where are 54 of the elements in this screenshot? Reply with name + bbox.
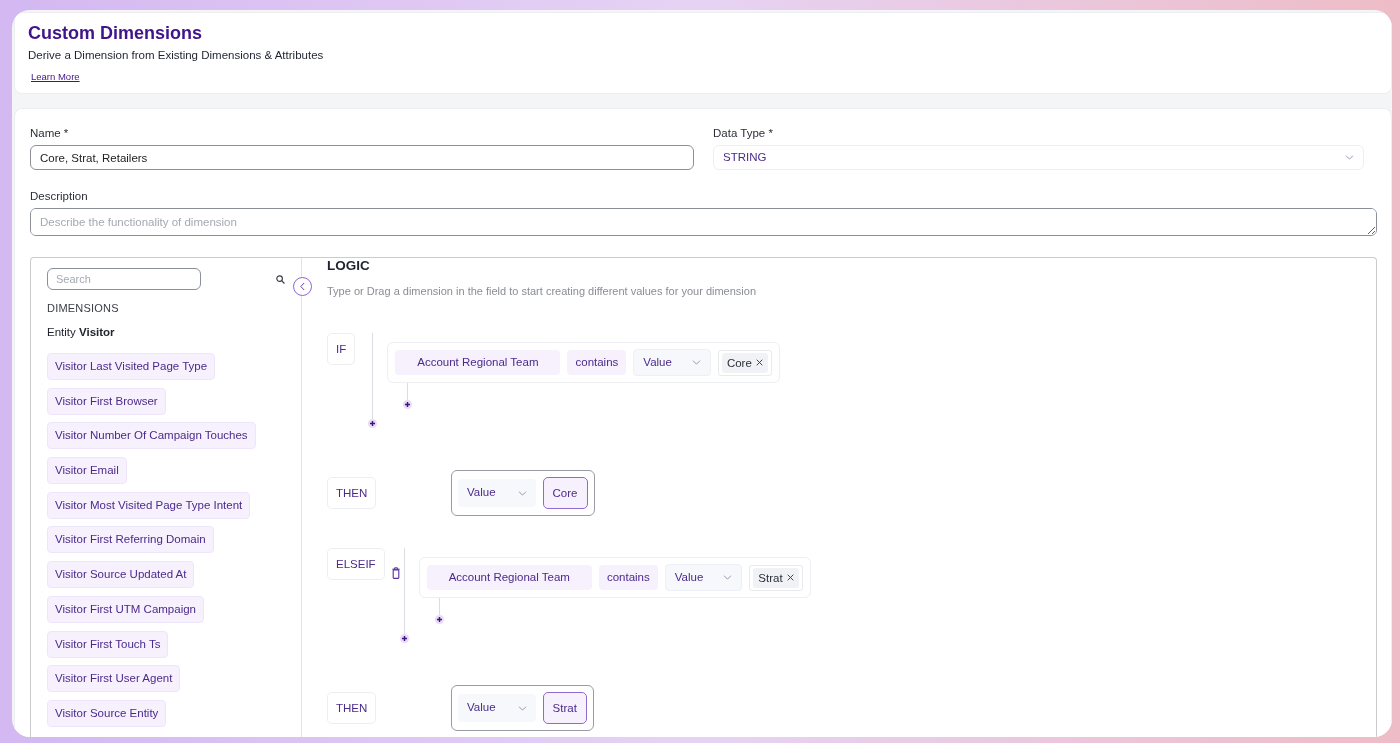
close-icon[interactable] [755,359,763,366]
plus-icon[interactable] [403,400,413,409]
plus-icon[interactable] [368,419,378,428]
page-subtitle: Derive a Dimension from Existing Dimensions & Attributes [28,48,325,63]
value-input[interactable]: Core [542,477,588,509]
description-input[interactable]: Describe the functionality of dimension [30,208,1377,236]
close-icon[interactable] [786,574,794,581]
name-input[interactable]: Core, Strat, Retailers [30,145,694,170]
value-type-select[interactable]: Value [458,479,536,507]
field-chip[interactable]: Account Regional Team [426,565,592,590]
field-chip[interactable]: Account Regional Team [395,350,561,375]
trash-icon[interactable] [391,567,400,579]
operator-chip[interactable]: contains [598,565,658,590]
dimension-chip[interactable]: Visitor First Browser [47,387,166,415]
chevron-down-icon [691,360,701,365]
search-icon[interactable] [276,274,285,284]
dimension-chip[interactable]: Visitor First Referring Domain [47,526,214,554]
dimension-chip[interactable]: Visitor Source Updated At [47,561,195,589]
dimension-chip[interactable]: Visitor First UTM Campaign [47,595,204,623]
field-label: Description [30,189,89,203]
keyword-label: IF [327,333,356,365]
dimension-chip[interactable]: Visitor Most Visited Page Type Intent [47,491,251,519]
dimension-chip[interactable]: Visitor Last Visited Page Type [47,353,216,380]
dimension-chip[interactable]: Visitor Number Of Campaign Touches [47,422,256,450]
logic-title: LOGIC [327,258,371,274]
value-type-select[interactable]: Value [458,694,536,722]
field-label: Name * [30,126,70,140]
learn-more-link[interactable]: Learn More [31,70,80,83]
dimension-chip[interactable]: Visitor Email [47,457,127,485]
dimension-chip[interactable]: Visitor Source Entity [47,699,167,727]
keyword-label: THEN [327,477,377,509]
section-heading: DIMENSIONS [47,301,120,315]
value-type-select[interactable]: Value [633,349,711,376]
keyword-label: ELSEIF [327,548,385,580]
value-type-select[interactable]: Value [664,564,743,591]
dimension-chip[interactable]: Visitor First Touch Ts [47,630,169,658]
data-type-select[interactable]: STRING [713,145,1364,170]
collapse-button[interactable] [293,277,312,296]
plus-icon[interactable] [434,615,444,624]
logic-hint: Type or Drag a dimension in the field to start creating different values for your dimension [327,284,758,299]
dimension-chip[interactable]: Visitor First User Agent [47,665,181,693]
operator-chip[interactable]: contains [567,350,627,375]
chevron-down-icon [1345,155,1354,160]
keyword-label: THEN [327,692,377,724]
page-title: Custom Dimensions [28,22,204,44]
field-label: Data Type * [713,126,774,140]
chevron-down-icon [723,575,733,580]
chevron-down-icon [517,705,527,711]
chevron-left-icon [300,282,305,291]
search-input[interactable]: Search [47,268,201,290]
plus-icon[interactable] [399,634,409,643]
value-input[interactable]: Strat [542,692,587,724]
entity-label: Entity Visitor [47,325,116,339]
chevron-down-icon [517,490,527,496]
